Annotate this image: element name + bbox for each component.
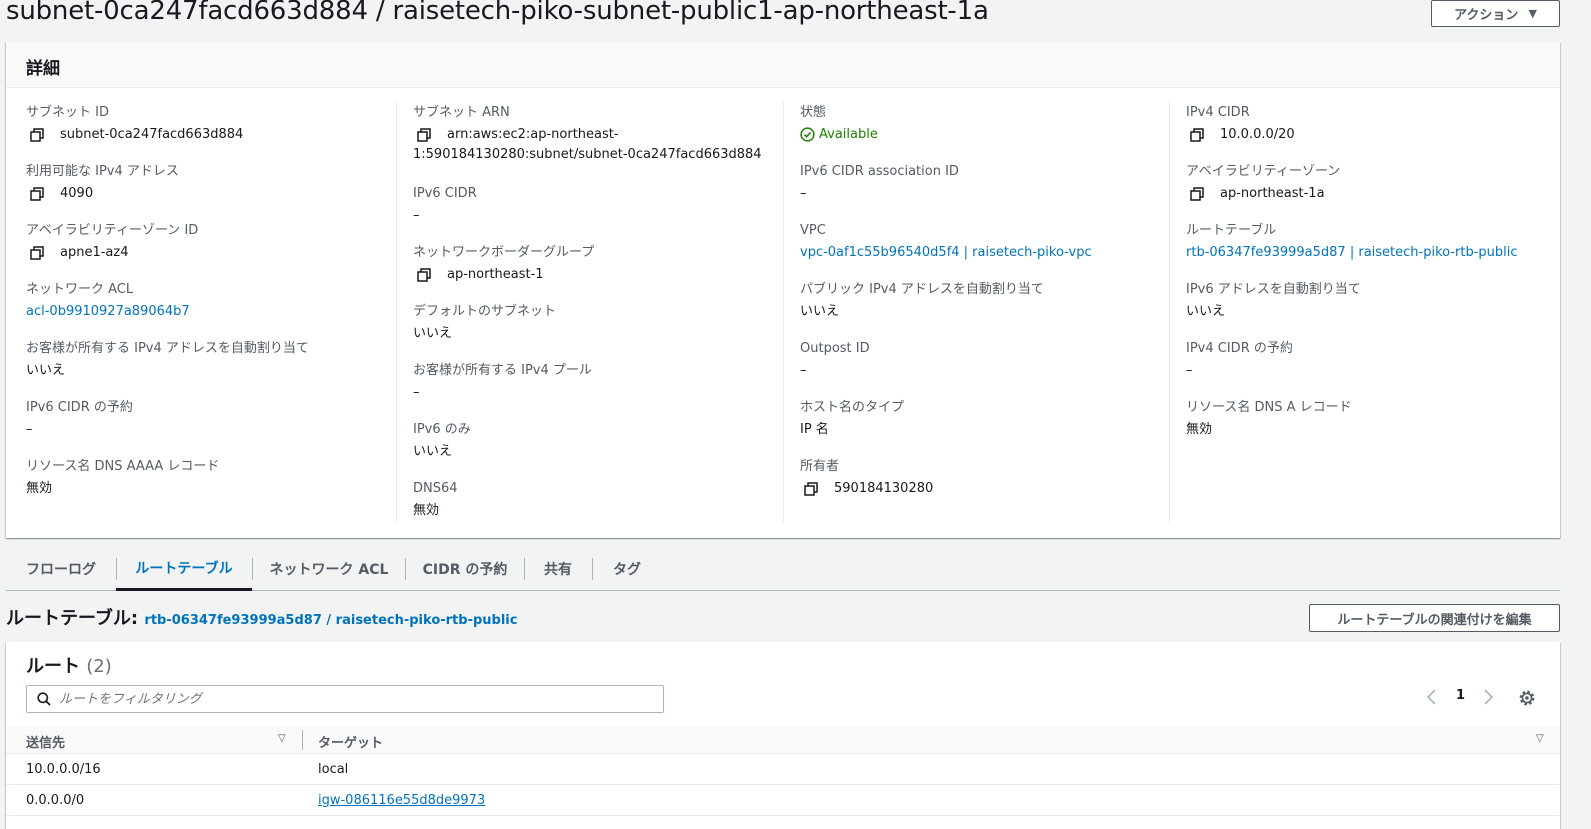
field-state: 状態 Available (800, 105, 878, 142)
details-header: 詳細 (6, 42, 1560, 88)
field-outpost-id: Outpost ID – (800, 341, 870, 378)
routes-filter[interactable] (26, 685, 664, 713)
table-row: 0.0.0.0/0 igw-086116e55d8de9973 (6, 785, 1560, 816)
field-availability-zone: アベイラビリティーゾーン ap-northeast-1a (1186, 164, 1341, 201)
table-row: 10.0.0.0/16 local (6, 754, 1560, 785)
caret-down-icon: ▼ (1528, 7, 1537, 20)
column-divider (396, 102, 397, 522)
column-header-destination[interactable]: 送信先 (26, 732, 65, 751)
field-dns-aaaa: リソース名 DNS AAAA レコード 無効 (26, 459, 220, 496)
actions-button-label: アクション (1454, 8, 1519, 23)
route-table-title-link[interactable]: rtb-06347fe93999a5d87 / raisetech-piko-r… (144, 613, 517, 628)
field-dns-a: リソース名 DNS A レコード 無効 (1186, 400, 1352, 437)
field-default-subnet: デフォルトのサブネット いいえ (413, 304, 557, 341)
network-acl-link[interactable]: acl-0b9910927a89064b7 (26, 303, 190, 321)
field-owner: 所有者 590184130280 (800, 459, 934, 496)
column-resizer[interactable] (302, 730, 303, 750)
field-ipv4-cidr-reservation: IPv4 CIDR の予約 – (1186, 341, 1293, 378)
detail-tabs: フローログ ルートテーブル ネットワーク ACL CIDR の予約 共有 タグ (6, 548, 1560, 591)
column-divider (783, 102, 784, 522)
field-ipv6-association-id: IPv6 CIDR association ID – (800, 164, 959, 201)
copy-icon[interactable] (417, 268, 431, 282)
chevron-right-icon[interactable] (1481, 688, 1495, 706)
subnet-id-value: subnet-0ca247facd663d884 (60, 127, 244, 142)
field-public-ipv4-auto: パブリック IPv4 アドレスを自動割り当て いいえ (800, 282, 1044, 319)
routes-panel: ルート (2) 1 送信先 ▽ ターゲット ▽ 10.0.0.0/16 loca… (6, 642, 1560, 829)
field-az-id: アベイラビリティーゾーン ID apne1-az4 (26, 223, 199, 260)
igw-link[interactable]: igw-086116e55d8de9973 (318, 793, 485, 808)
route-table-link[interactable]: rtb-06347fe93999a5d87 | raisetech-piko-r… (1186, 244, 1518, 262)
vpc-link[interactable]: vpc-0af1c55b96540d5f4 | raisetech-piko-v… (800, 244, 1092, 262)
copy-icon[interactable] (804, 482, 818, 496)
page-number[interactable]: 1 (1456, 688, 1465, 703)
field-route-table: ルートテーブル rtb-06347fe93999a5d87 | raisetec… (1186, 223, 1518, 262)
details-panel: 詳細 サブネット ID subnet-0ca247facd663d884 利用可… (6, 42, 1560, 538)
field-network-border-group: ネットワークボーダーグループ ap-northeast-1 (413, 245, 595, 282)
sort-icon[interactable]: ▽ (1536, 733, 1544, 744)
sort-icon[interactable]: ▽ (278, 733, 286, 744)
field-ipv4-cidr: IPv4 CIDR 10.0.0.0/20 (1186, 105, 1295, 142)
actions-button[interactable]: アクション ▼ (1431, 0, 1560, 27)
chevron-left-icon[interactable] (1425, 688, 1439, 706)
routes-heading: ルート (2) (26, 656, 112, 677)
copy-icon[interactable] (1190, 187, 1204, 201)
field-hostname-type: ホスト名のタイプ IP 名 (800, 400, 905, 437)
column-header-target[interactable]: ターゲット (318, 732, 383, 751)
page-title: subnet-0ca247facd663d884 / raisetech-pik… (6, 0, 989, 26)
tab-sharing[interactable]: 共有 (525, 548, 591, 590)
field-ipv6-auto: IPv6 アドレスを自動割り当て いいえ (1186, 282, 1361, 319)
copy-icon[interactable] (30, 246, 44, 260)
copy-icon[interactable] (1190, 128, 1204, 142)
tab-network-acl[interactable]: ネットワーク ACL (253, 548, 405, 590)
tab-tags[interactable]: タグ (593, 548, 661, 590)
routes-count: (2) (86, 656, 112, 677)
tab-flow-logs[interactable]: フローログ (6, 548, 116, 590)
edit-route-table-association-button[interactable]: ルートテーブルの関連付けを編集 (1309, 604, 1560, 632)
copy-icon[interactable] (30, 128, 44, 142)
copy-icon[interactable] (417, 128, 431, 142)
field-vpc: VPC vpc-0af1c55b96540d5f4 | raisetech-pi… (800, 223, 1092, 262)
field-ipv6-cidr: IPv6 CIDR – (413, 186, 477, 223)
search-icon (37, 692, 51, 706)
status-available: Available (819, 127, 878, 142)
field-available-ipv4: 利用可能な IPv4 アドレス 4090 (26, 164, 179, 201)
field-ipv6-only: IPv6 のみ いいえ (413, 422, 471, 459)
tab-route-table[interactable]: ルートテーブル (116, 548, 252, 591)
routes-table-header: 送信先 ▽ ターゲット ▽ (6, 726, 1560, 754)
copy-icon[interactable] (30, 187, 44, 201)
field-ipv6-cidr-reservation: IPv6 CIDR の予約 – (26, 400, 133, 437)
field-customer-ipv4-pool: お客様が所有する IPv4 プール – (413, 363, 592, 400)
check-circle-icon (800, 127, 815, 142)
field-subnet-arn: サブネット ARN arn:aws:ec2:ap-northeast- 1:59… (413, 105, 762, 162)
field-dns64: DNS64 無効 (413, 481, 458, 518)
field-network-acl: ネットワーク ACL acl-0b9910927a89064b7 (26, 282, 190, 321)
routes-filter-input[interactable] (59, 691, 619, 707)
field-customer-ipv4-auto: お客様が所有する IPv4 アドレスを自動割り当て いいえ (26, 341, 309, 378)
route-table-title: ルートテーブル: rtb-06347fe93999a5d87 / raisete… (6, 608, 518, 629)
tab-cidr-reservations[interactable]: CIDR の予約 (406, 548, 524, 590)
gear-icon[interactable] (1518, 689, 1536, 707)
field-subnet-id: サブネット ID subnet-0ca247facd663d884 (26, 105, 244, 142)
